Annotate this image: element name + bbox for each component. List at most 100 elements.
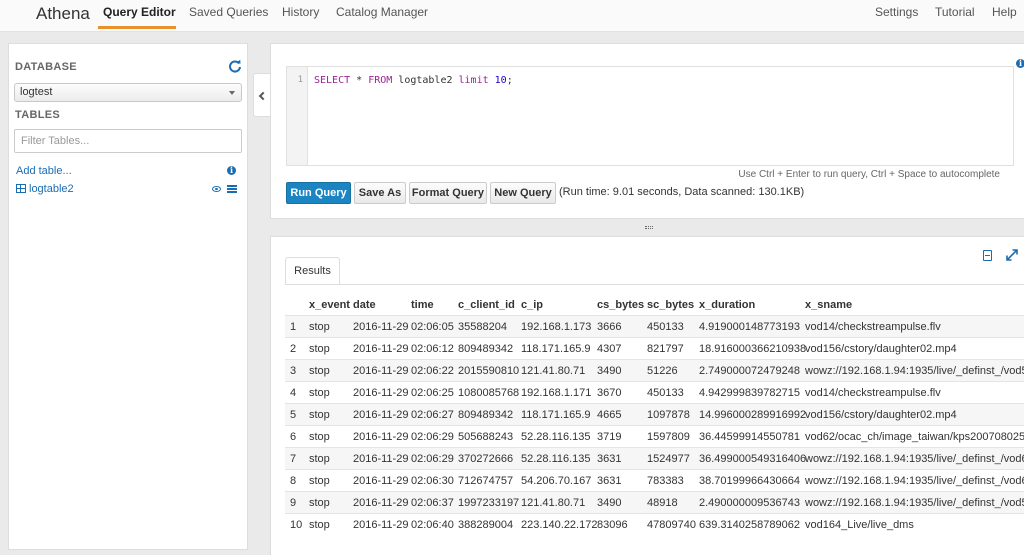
collapse-sidebar-button[interactable]: [253, 73, 270, 117]
table-cell: 1: [290, 321, 297, 333]
table-cell: 4: [290, 387, 297, 399]
column-header[interactable]: x_event: [309, 299, 350, 311]
tab-query-editor[interactable]: Query Editor: [103, 5, 176, 19]
app-brand[interactable]: Athena: [36, 4, 90, 24]
nav-help[interactable]: Help: [992, 5, 1017, 19]
table-cell: 2016-11-29: [353, 497, 409, 509]
format-query-button[interactable]: Format Query: [409, 182, 487, 204]
table-cell: 10: [290, 519, 303, 531]
database-heading: DATABASE: [15, 61, 77, 73]
table-cell: 2.490000009536743: [699, 497, 800, 509]
table-cell: 02:06:37: [411, 497, 454, 509]
add-table-link[interactable]: Add table...: [16, 165, 72, 177]
expand-icon[interactable]: [1006, 249, 1018, 261]
table-cell: 505688243: [458, 431, 514, 443]
table-cell: stop: [309, 519, 330, 531]
table-row: 10 stop 2016-11-29 02:06:40 388289004 223.140…: [285, 513, 1024, 535]
save-as-button[interactable]: Save As: [354, 182, 406, 204]
sql-query-text[interactable]: SELECT * FROM logtable2 limit 10;: [314, 75, 513, 86]
table-cell: 52.28.116.135: [521, 453, 591, 465]
sql-editor[interactable]: 1 SELECT * FROM logtable2 limit 10;: [286, 66, 1014, 166]
table-cell: 3631: [597, 453, 622, 465]
tab-divider: [285, 284, 1024, 285]
table-cell: 83096: [597, 519, 628, 531]
table-cell: 6: [290, 431, 297, 443]
table-cell: stop: [309, 453, 330, 465]
table-cell: 712674757: [458, 475, 514, 487]
column-header[interactable]: time: [411, 299, 434, 311]
properties-list-icon[interactable]: [227, 185, 237, 193]
tab-history[interactable]: History: [282, 5, 319, 19]
run-query-button[interactable]: Run Query: [286, 182, 351, 204]
table-cell: 54.206.70.167: [521, 475, 592, 487]
table-cell: 121.41.80.71: [521, 365, 586, 377]
sql-token: logtable2: [392, 75, 459, 86]
tab-saved-queries[interactable]: Saved Queries: [189, 5, 268, 19]
table-cell: 8: [290, 475, 297, 487]
table-cell: stop: [309, 343, 330, 355]
table-cell: 2016-11-29: [353, 475, 409, 487]
table-cell: 5: [290, 409, 297, 421]
sql-number: 10: [494, 75, 507, 86]
preview-eye-icon[interactable]: [212, 186, 221, 192]
table-cell: 3666: [597, 321, 622, 333]
tab-results[interactable]: Results: [285, 257, 340, 285]
results-table: x_event date time c_client_id c_ip cs_bytes sc…: [285, 299, 1024, 542]
table-cell: 02:06:29: [411, 453, 454, 465]
new-query-button[interactable]: New Query: [490, 182, 556, 204]
table-cell: 36.499000549316406: [699, 453, 807, 465]
tab-catalog-manager[interactable]: Catalog Manager: [336, 5, 428, 19]
table-cell: 9: [290, 497, 297, 509]
download-csv-icon[interactable]: [983, 250, 992, 261]
column-header[interactable]: c_client_id: [458, 299, 515, 311]
table-cell: 4665: [597, 409, 622, 421]
table-cell: 2016-11-29: [353, 519, 409, 531]
refresh-icon[interactable]: [228, 59, 242, 73]
table-cell: wowz://192.168.1.94:1935/live/_definst_/…: [805, 453, 1024, 465]
table-cell: 2016-11-29: [353, 343, 409, 355]
table-cell: 4307: [597, 343, 622, 355]
table-row: 1 stop 2016-11-29 02:06:05 35588204 192.168.1…: [285, 315, 1024, 337]
run-status: (Run time: 9.01 seconds, Data scanned: 1…: [559, 186, 805, 198]
info-icon[interactable]: i: [1016, 59, 1024, 68]
table-cell: 783383: [647, 475, 684, 487]
table-list-item[interactable]: logtable2: [16, 183, 238, 197]
table-cell: 809489342: [458, 343, 514, 355]
table-cell: 1997233197: [458, 497, 520, 509]
database-select[interactable]: logtest: [14, 83, 242, 102]
editor-gutter: 1: [287, 67, 308, 165]
table-name[interactable]: logtable2: [29, 183, 74, 195]
tables-heading: TABLES: [15, 109, 60, 121]
column-header[interactable]: cs_bytes: [597, 299, 644, 311]
table-cell: 1524977: [647, 453, 690, 465]
filter-tables-input[interactable]: [14, 129, 242, 153]
database-select-value: logtest: [20, 86, 53, 98]
nav-tutorial[interactable]: Tutorial: [935, 5, 975, 19]
nav-settings[interactable]: Settings: [875, 5, 918, 19]
table-cell: 2016-11-29: [353, 365, 409, 377]
table-cell: 118.171.165.9: [521, 343, 591, 355]
table-row: 6 stop 2016-11-29 02:06:29 505688243 52.28.11…: [285, 425, 1024, 447]
sql-keyword: limit: [458, 75, 489, 86]
panel-resize-handle[interactable]: [645, 226, 653, 229]
line-number: 1: [297, 75, 303, 85]
column-header[interactable]: c_ip: [521, 299, 543, 311]
table-cell: 47809740: [647, 519, 696, 531]
table-cell: 192.168.1.173: [521, 321, 592, 333]
table-row: 9 stop 2016-11-29 02:06:37 1997233197 121.41.…: [285, 491, 1024, 513]
table-cell: wowz://192.168.1.94:1935/live/_definst_/…: [805, 365, 1024, 377]
table-cell: 36.44599914550781: [699, 431, 800, 443]
table-cell: 18.916000366210938: [699, 343, 807, 355]
table-cell: 48918: [647, 497, 678, 509]
table-cell: 4.919000148773193: [699, 321, 800, 333]
table-cell: stop: [309, 431, 330, 443]
column-header[interactable]: date: [353, 299, 376, 311]
table-cell: 2016-11-29: [353, 321, 409, 333]
info-icon[interactable]: i: [227, 166, 236, 175]
table-cell: 1597809: [647, 431, 690, 443]
column-header[interactable]: sc_bytes: [647, 299, 694, 311]
table-cell: 14.996000289916992: [699, 409, 807, 421]
column-header[interactable]: x_sname: [805, 299, 852, 311]
table-cell: 3: [290, 365, 297, 377]
column-header[interactable]: x_duration: [699, 299, 755, 311]
